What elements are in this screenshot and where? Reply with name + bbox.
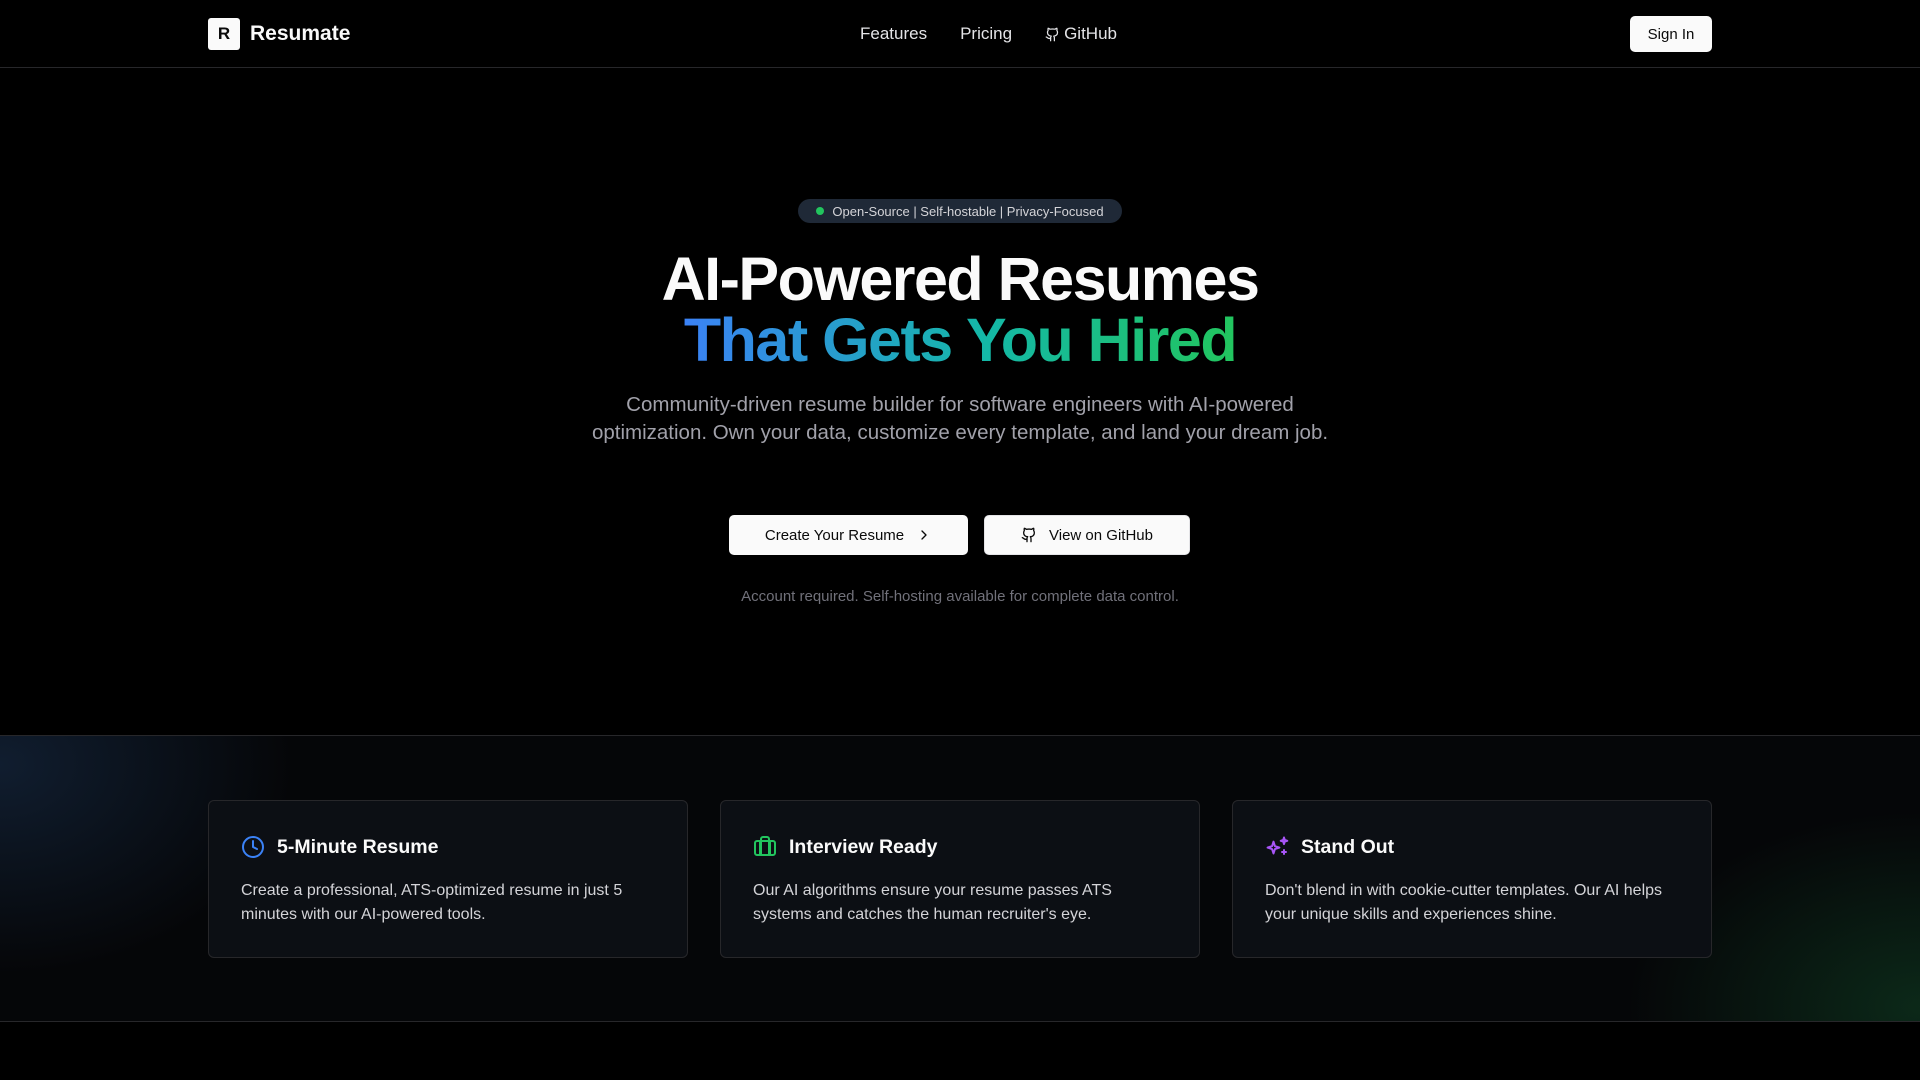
site-header: R Resumate Features Pricing GitHub Sign … — [0, 0, 1920, 68]
feature-description: Don't blend in with cookie-cutter templa… — [1265, 882, 1663, 923]
hero-title-line2: That Gets You Hired — [0, 310, 1920, 371]
brand-logo: R — [208, 18, 240, 50]
feature-card: Stand Out Don't blend in with cookie-cut… — [1232, 800, 1712, 958]
feature-card-header: Stand Out — [1265, 835, 1394, 859]
hero-title-gradient: That Gets You Hired — [683, 306, 1238, 374]
feature-card-header: 5-Minute Resume — [241, 835, 438, 859]
nav-github[interactable]: GitHub — [1045, 24, 1117, 44]
feature-description: Create a professional, ATS-optimized res… — [241, 882, 623, 923]
chevron-right-icon — [921, 530, 927, 540]
nav-pricing[interactable]: Pricing — [960, 24, 1012, 44]
nav-github-label: GitHub — [1064, 24, 1117, 43]
nav-features[interactable]: Features — [860, 24, 927, 44]
feature-title: Stand Out — [1301, 835, 1395, 858]
create-resume-label: Create Your Resume — [764, 526, 905, 544]
feature-card: Interview Ready Our AI algorithms ensure… — [720, 800, 1200, 958]
main-nav: Features Pricing GitHub — [860, 22, 1117, 46]
status-dot-icon — [816, 207, 825, 215]
features-section: 5-Minute Resume Create a professional, A… — [0, 735, 1920, 1022]
feature-title: 5-Minute Resume — [277, 835, 439, 858]
clock-icon — [242, 836, 264, 858]
github-icon — [1021, 527, 1036, 543]
feature-badge: Open-Source | Self-hostable | Privacy-Fo… — [798, 199, 1122, 223]
hero-section: Open-Source | Self-hostable | Privacy-Fo… — [0, 69, 1920, 735]
hero-title-line1: AI-Powered Resumes — [661, 245, 1260, 313]
badge-text: Open-Source | Self-hostable | Privacy-Fo… — [832, 203, 1104, 219]
sparkles-icon — [1266, 836, 1289, 855]
brand[interactable]: R Resumate — [208, 18, 350, 50]
view-github-button[interactable]: View on GitHub — [984, 515, 1190, 555]
feature-card: 5-Minute Resume Create a professional, A… — [208, 800, 688, 958]
sign-in-button[interactable]: Sign In — [1630, 16, 1712, 52]
view-github-label: View on GitHub — [1049, 526, 1153, 544]
feature-title: Interview Ready — [789, 835, 938, 858]
account-note: Account required. Self-hosting available… — [741, 588, 1179, 605]
feature-card-header: Interview Ready — [753, 835, 937, 859]
hero-subtitle: Community-driven resume builder for soft… — [591, 393, 1329, 444]
feature-description: Our AI algorithms ensure your resume pas… — [753, 882, 1112, 923]
brand-name: Resumate — [250, 22, 351, 45]
github-icon — [1045, 27, 1059, 41]
briefcase-icon — [754, 836, 776, 856]
create-resume-button[interactable]: Create Your Resume — [729, 515, 968, 555]
